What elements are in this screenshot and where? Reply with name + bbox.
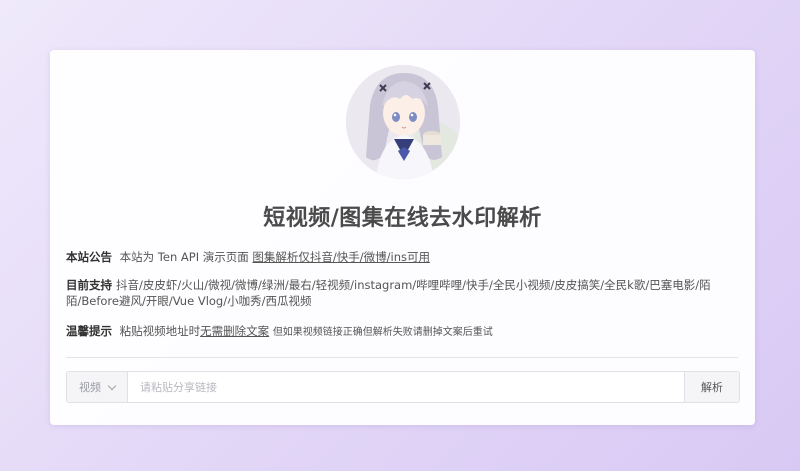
- parse-button[interactable]: 解析: [684, 372, 739, 402]
- tip-line: 温馨提示 粘贴视频地址时无需删除文案 但如果视频链接正确但解析失败请删掉文案后重…: [66, 323, 738, 341]
- support-line: 目前支持 抖音/皮皮虾/火山/微视/微博/绿洲/最右/轻视频/instagram/…: [66, 277, 738, 309]
- tip-text: 粘贴视频地址时: [119, 324, 201, 338]
- support-label: 目前支持: [66, 278, 112, 292]
- tip-highlight: 无需删除文案: [200, 324, 270, 338]
- divider: [66, 357, 738, 358]
- notice-highlight: 图集解析仅抖音/快手/微博/ins可用: [252, 250, 431, 264]
- notice-line: 本站公告 本站为 Ten API 演示页面 图集解析仅抖音/快手/微博/ins可…: [66, 249, 738, 265]
- share-link-input[interactable]: [128, 372, 684, 402]
- tip-small-text: 但如果视频链接正确但解析失败请删掉文案后重试: [272, 327, 493, 338]
- main-card: 短视频/图集在线去水印解析 本站公告 本站为 Ten API 演示页面 图集解析…: [50, 50, 755, 425]
- type-select[interactable]: 视频: [67, 372, 128, 402]
- avatar: [346, 65, 460, 179]
- chevron-down-icon: [107, 381, 117, 390]
- support-text: 抖音/皮皮虾/火山/微视/微博/绿洲/最右/轻视频/instagram/哔哩哔哩…: [66, 278, 711, 308]
- notice-label: 本站公告: [66, 250, 112, 264]
- avatar-illustration: [346, 65, 460, 179]
- notice-text: 本站为 Ten API 演示页面: [119, 250, 249, 264]
- tip-label: 温馨提示: [66, 324, 112, 338]
- page-title: 短视频/图集在线去水印解析: [263, 206, 542, 231]
- type-select-value: 视频: [79, 381, 101, 394]
- parse-form: 视频 解析: [66, 371, 740, 403]
